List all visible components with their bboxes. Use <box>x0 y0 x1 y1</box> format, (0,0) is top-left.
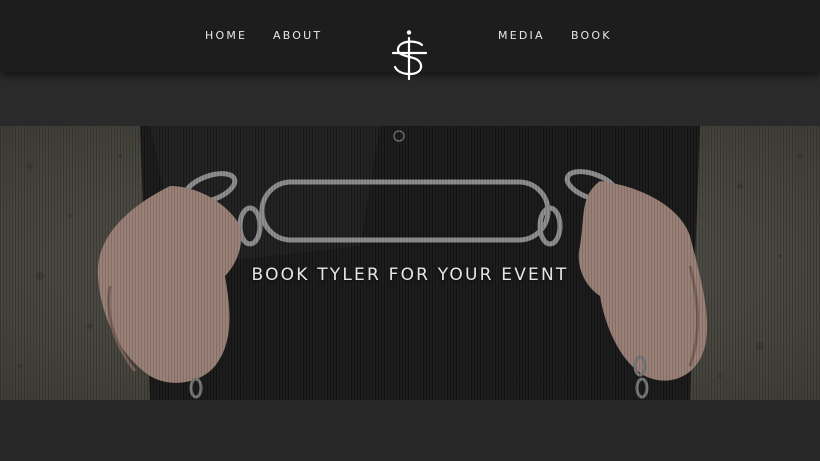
hero-banner: BOOK TYLER FOR YOUR EVENT <box>0 126 820 400</box>
ts-monogram-icon[interactable] <box>389 29 431 81</box>
nav-media-link[interactable]: MEDIA <box>498 29 545 43</box>
scanline-overlay <box>0 126 820 400</box>
nav-book-link[interactable]: BOOK <box>571 29 612 43</box>
nav-home-link[interactable]: HOME <box>205 29 247 43</box>
nav-about-link[interactable]: ABOUT <box>273 29 322 43</box>
top-navigation: HOME ABOUT MEDIA BOOK <box>0 0 820 81</box>
page-footer-area <box>0 400 820 461</box>
hero-title: BOOK TYLER FOR YOUR EVENT <box>251 265 569 286</box>
